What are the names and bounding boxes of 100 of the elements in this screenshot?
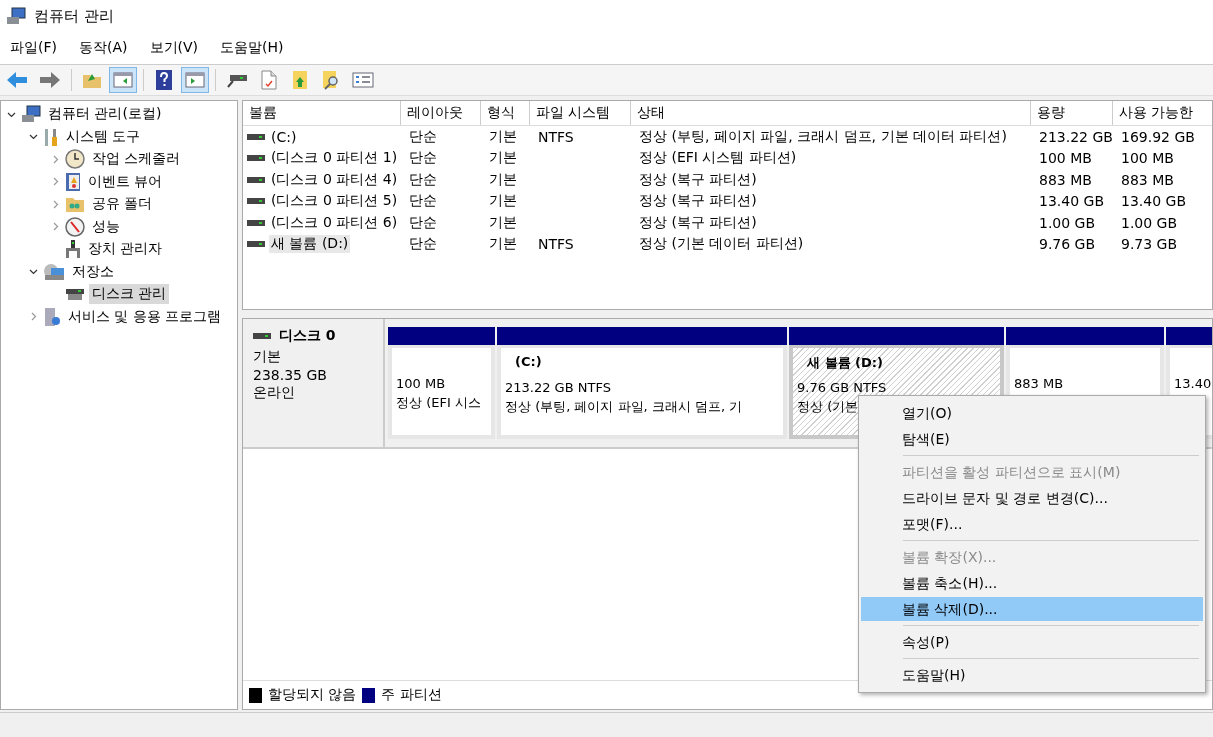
context-menu-item[interactable]: 볼륨 축소(H)... [861,571,1203,595]
tree-item[interactable]: 저장소 [69,261,117,282]
tree-item[interactable]: 공유 폴더 [89,194,156,215]
partition-size: 883 MB [1014,375,1064,393]
column-header[interactable]: 용량 [1031,101,1113,125]
table-cell: 정상 (기본 데이터 파티션) [639,235,804,254]
table-cell[interactable]: (디스크 0 파티션 4) [269,170,400,189]
computer-icon [21,105,41,124]
table-cell: 기본 [489,192,517,211]
collapse-chevron-icon[interactable] [28,132,38,142]
disk-size: 238.35 GB [253,367,328,383]
table-cell[interactable]: 새 볼륨 (D:) [269,235,351,254]
table-cell: 9.73 GB [1121,236,1178,253]
table-cell: 정상 (복구 파티션) [639,192,757,211]
table-cell: 883 MB [1039,171,1092,188]
table-cell: 단순 [409,213,437,232]
table-cell: 기본 [489,127,517,146]
menu-item[interactable]: 보기(V) [149,39,198,57]
log-book-icon [65,171,81,192]
partition-size: 9.76 GB NTFS [797,379,887,397]
context-menu-item[interactable]: 도움말(H) [861,663,1203,687]
table-cell: 기본 [489,235,517,254]
plug-icon [226,72,248,88]
table-cell: NTFS [538,236,574,253]
drive-icon [253,332,271,340]
context-menu-item[interactable]: 포맷(F)... [861,512,1203,536]
table-cell[interactable]: (C:) [269,128,299,145]
shared-folder-icon [65,195,85,214]
table-cell: 기본 [489,213,517,232]
partition-size: 100 MB [396,375,446,393]
table-cell: 단순 [409,149,437,168]
table-cell: 기본 [489,149,517,168]
context-menu-item[interactable]: 속성(P) [861,630,1203,654]
table-cell: 기본 [489,170,517,189]
partition-bar [1166,327,1212,345]
column-header[interactable]: 레이아웃 [401,101,481,125]
table-cell: 단순 [409,192,437,211]
computer-icon [6,7,26,25]
tree-item[interactable]: 시스템 도구 [63,126,144,147]
table-cell: 1.00 GB [1039,214,1096,231]
menu-item[interactable]: 파일(F) [10,39,57,57]
table-cell: 정상 (복구 파티션) [639,213,757,232]
forward-arrow-icon [39,71,61,89]
partition-status: 정상 (EFI 시스 [396,394,481,412]
table-cell: 9.76 GB [1039,236,1096,253]
menu-item[interactable]: 도움말(H) [220,39,284,57]
table-cell[interactable]: (디스크 0 파티션 1) [269,149,400,168]
table-cell: 단순 [409,170,437,189]
table-cell[interactable]: (디스크 0 파티션 5) [269,192,400,211]
column-header[interactable]: 볼륨 [243,101,401,125]
partition-size: 13.40 [1174,375,1212,393]
disk-status: 온라인 [253,384,296,402]
partition-block[interactable]: (C:) 213.22 GB NTFS 정상 (부팅, 페이지 파일, 크래시 덤프, 기 [497,345,787,439]
context-menu-item[interactable]: 드라이브 문자 및 경로 변경(C)... [861,486,1203,510]
table-cell: NTFS [538,128,574,145]
legend-label: 할당되지 않음 [268,686,357,704]
context-menu-item[interactable]: 볼륨 삭제(D)... [861,597,1203,621]
table-cell[interactable]: (디스크 0 파티션 6) [269,213,400,232]
tree-item[interactable]: 장치 관리자 [85,239,166,260]
table-cell: 단순 [409,235,437,254]
tree-item[interactable]: 이벤트 뷰어 [85,171,166,192]
find-icon [322,70,340,90]
console-tree-button[interactable] [109,67,137,93]
drive-icon [247,132,265,141]
column-header[interactable]: 형식 [481,101,530,125]
window-title: 컴퓨터 관리 [34,6,114,26]
drive-icon [247,197,265,206]
column-header[interactable]: 사용 가능한 [1113,101,1212,125]
clock-icon [65,149,85,170]
menu-item[interactable]: 동작(A) [79,39,128,57]
drive-icon [247,154,265,163]
tree-item[interactable]: 디스크 관리 [89,284,170,305]
tree-item[interactable]: 작업 스케줄러 [89,149,184,170]
tree-item[interactable]: 서비스 및 응용 프로그램 [65,306,225,327]
table-cell: 169.92 GB [1121,128,1195,145]
storage-icon [43,262,65,281]
drive-icon [247,240,265,249]
back-arrow-icon [6,71,28,89]
partition-status: 정상 (부팅, 페이지 파일, 크래시 덤프, 기 [505,398,743,416]
table-cell: 100 MB [1039,150,1092,167]
drive-icon [247,218,265,227]
table-cell: 단순 [409,127,437,146]
table-cell: 13.40 GB [1039,193,1104,210]
table-cell: 정상 (부팅, 페이지 파일, 크래시 덤프, 기본 데이터 파티션) [639,127,1007,146]
collapse-chevron-icon[interactable] [28,267,38,277]
drive-icon [247,175,265,184]
table-cell: 13.40 GB [1121,193,1186,210]
tree-item[interactable]: 컴퓨터 관리(로컬) [45,104,165,125]
export-icon [292,70,308,90]
tree-item[interactable]: 성능 [89,216,123,237]
column-header[interactable]: 상태 [631,101,1031,125]
column-header[interactable]: 파일 시스템 [530,101,631,125]
help-icon [156,70,172,90]
partition-block[interactable]: 100 MB 정상 (EFI 시스 [388,345,495,439]
partition-size: 213.22 GB NTFS [505,379,611,397]
server-gear-icon [43,306,61,327]
disk-name: 디스크 0 [279,327,336,345]
document-icon [261,70,277,90]
tools-icon [43,126,59,147]
partition-label: (C:) [514,353,543,371]
